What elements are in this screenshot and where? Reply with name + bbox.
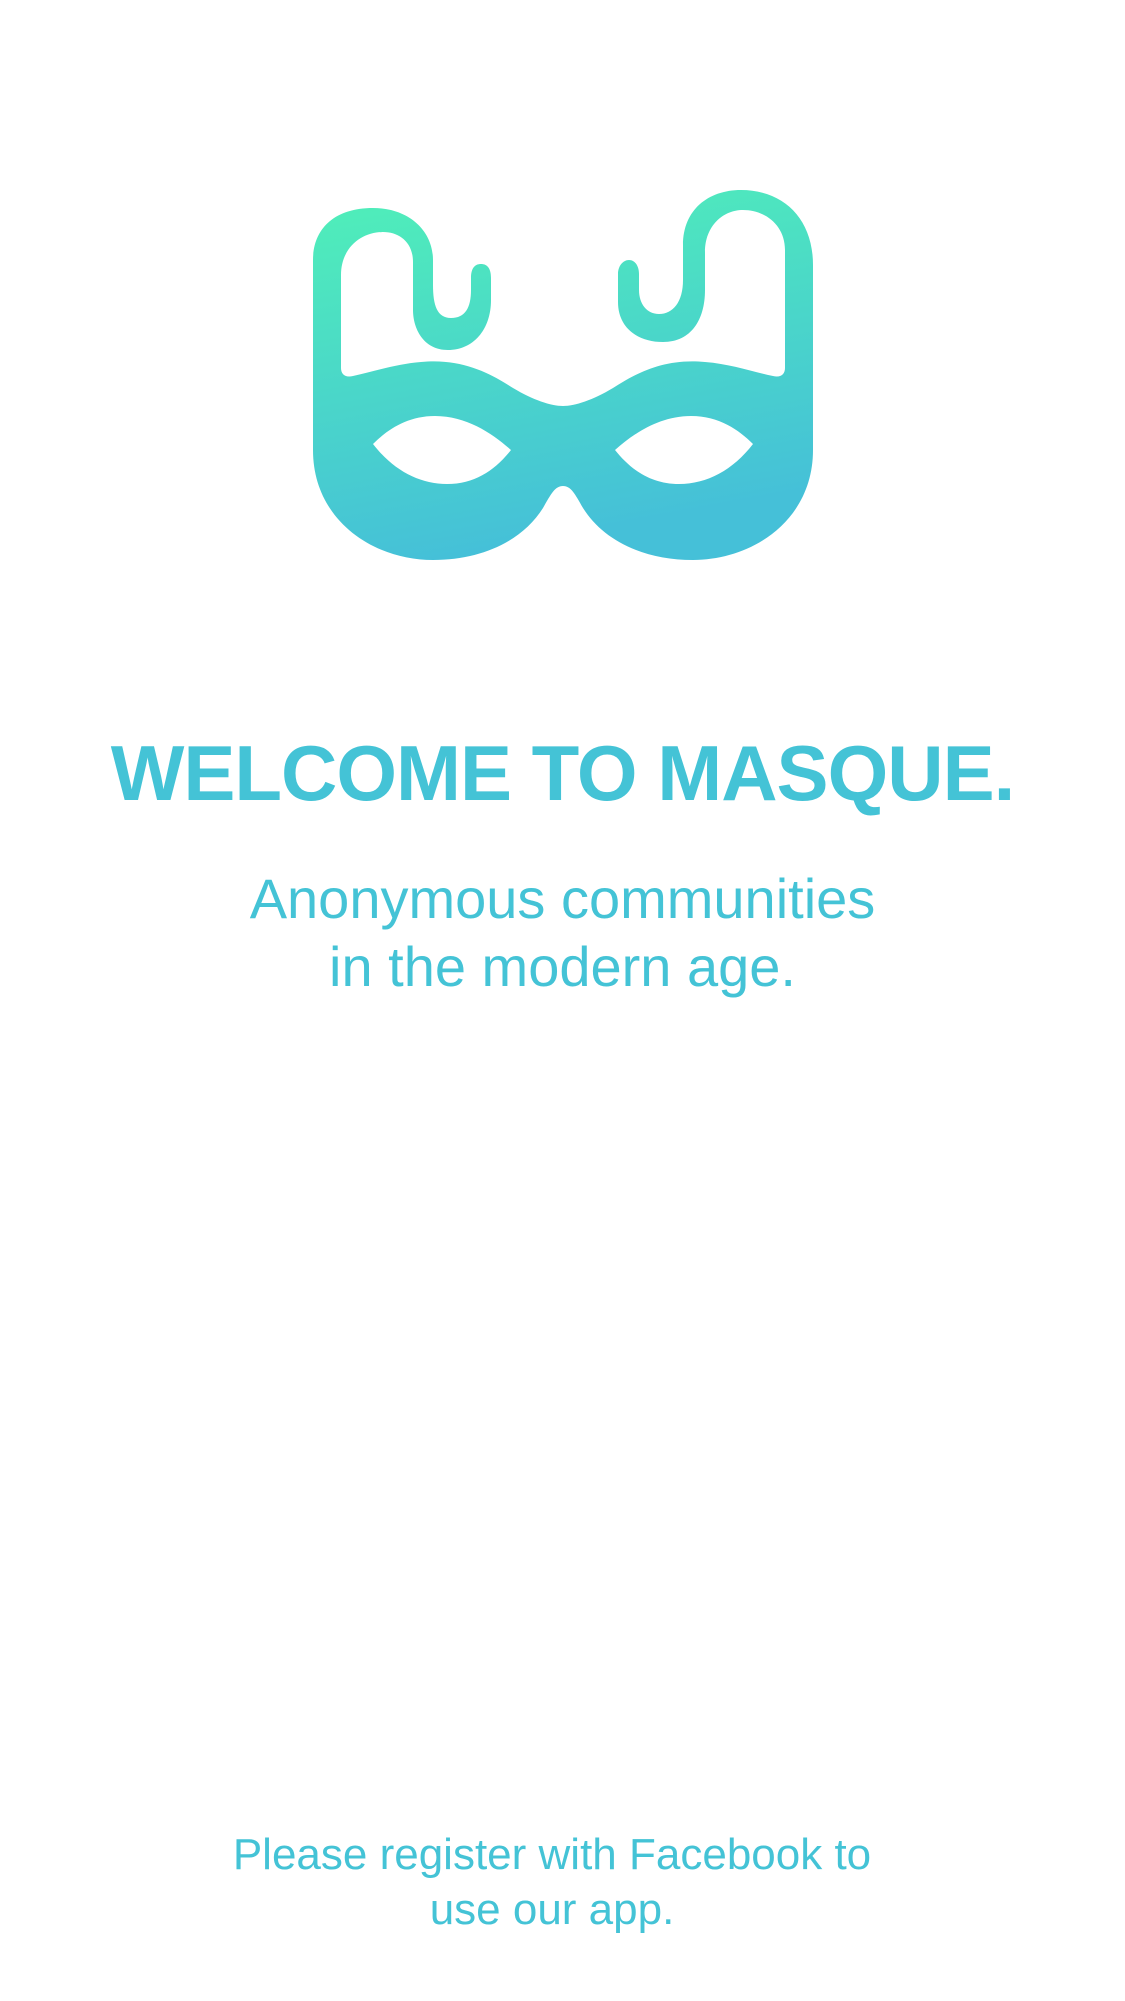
register-instructions-line-1: Please register with Facebook to	[232, 1830, 872, 1879]
register-instructions: Please register with Facebook to use our…	[0, 1827, 1104, 1937]
welcome-screen: WELCOME TO MASQUE. Anonymous communities…	[0, 0, 1125, 2001]
tagline-line-2: in the modern age.	[329, 935, 796, 998]
tagline: Anonymous communities in the modern age.	[0, 865, 1125, 1001]
register-instructions-line-2: use our app.	[429, 1885, 675, 1934]
welcome-title: WELCOME TO MASQUE.	[110, 729, 1016, 817]
tagline-line-1: Anonymous communities	[249, 867, 876, 930]
logo-container	[0, 190, 1125, 590]
masque-logo-icon	[312, 190, 813, 560]
